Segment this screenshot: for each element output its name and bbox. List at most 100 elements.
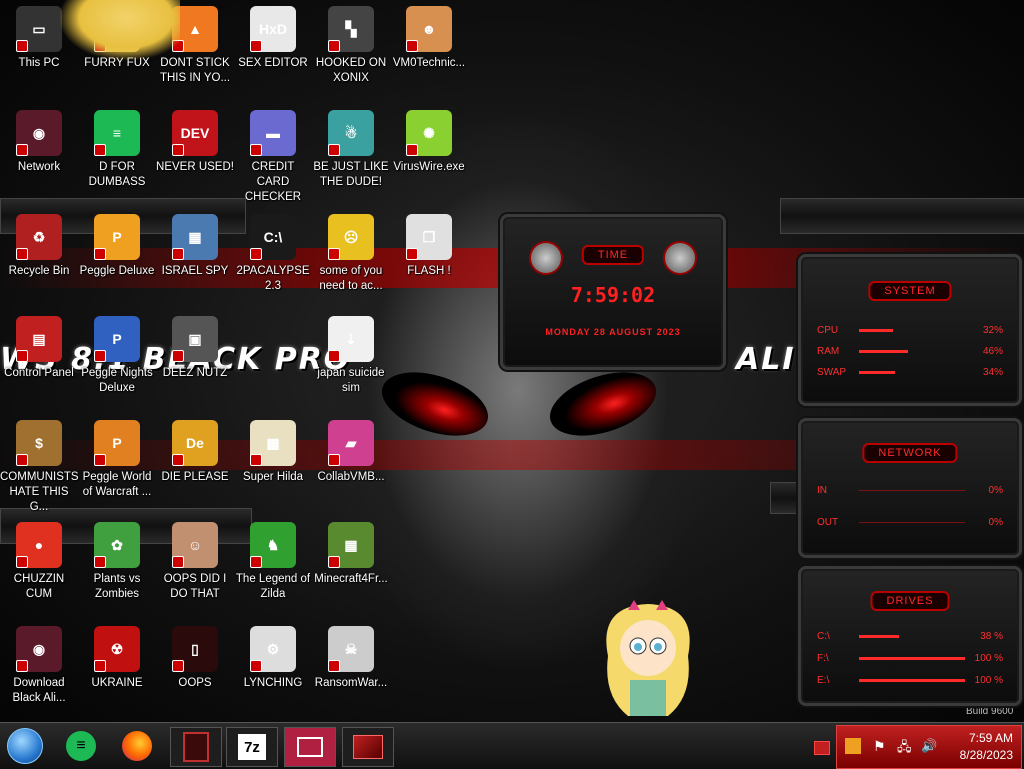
app-icon: ☠ xyxy=(328,626,374,672)
taskbar-control-panel-button[interactable] xyxy=(342,727,394,767)
shortcut-arrow-icon xyxy=(250,660,262,672)
desktop-icon[interactable]: ▬ CREDIT CARD CHECKER xyxy=(234,110,312,205)
desktop-icon-label: DEEZ NUTZ xyxy=(162,367,228,379)
system-widget: SYSTEM CPU 32% RAM 46% SWAP 34% xyxy=(798,254,1022,406)
network-row: IN 0% xyxy=(817,483,1003,497)
desktop-icon[interactable]: P Peggle Deluxe xyxy=(78,214,156,279)
tray-small-red-icon[interactable] xyxy=(814,741,830,755)
drives-row-meter-fill xyxy=(859,634,900,638)
app-icon: ▣ xyxy=(172,316,218,362)
shortcut-arrow-icon xyxy=(94,660,106,672)
drives-row-meter xyxy=(859,634,965,638)
desktop-icon[interactable]: ▦ Minecraft4Fr... xyxy=(312,522,390,587)
desktop-icon[interactable]: DEV NEVER USED! xyxy=(156,110,234,175)
network-row-meter xyxy=(859,521,965,524)
desktop-icon-label: Super Hilda xyxy=(242,471,304,483)
desktop-icon-label: SEX EDITOR xyxy=(238,57,308,69)
desktop-icon[interactable]: ❐ FLASH ! xyxy=(390,214,468,279)
taskbar-clock[interactable]: 7:59 AM 8/28/2023 xyxy=(960,730,1013,764)
desktop-icon[interactable]: ♞ The Legend of Zilda xyxy=(234,522,312,602)
desktop-icon-label: Peggle World of Warcraft ... xyxy=(82,471,152,498)
taskbar-spotify-button[interactable]: ≡ xyxy=(56,727,106,765)
shortcut-arrow-icon xyxy=(94,350,106,362)
start-button[interactable] xyxy=(0,727,50,765)
desktop-icon[interactable]: ☻ VM0Technic... xyxy=(390,6,468,71)
drives-row-meter xyxy=(859,678,965,682)
app-icon: ☺ xyxy=(172,522,218,568)
shortcut-arrow-icon xyxy=(16,660,28,672)
network-widget: NETWORK IN 0% OUT 0% xyxy=(798,418,1022,558)
desktop-icon-label: BE JUST LIKE THE DUDE! xyxy=(313,161,389,188)
desktop-icon[interactable]: ▤ Control Panel xyxy=(0,316,78,381)
desktop-icon[interactable]: ▩ Super Hilda xyxy=(234,420,312,485)
taskbar-firefox-button[interactable] xyxy=(112,727,162,765)
desktop-icon[interactable]: ▦ ISRAEL SPY xyxy=(156,214,234,279)
desktop-icon[interactable]: ▣ DEEZ NUTZ xyxy=(156,316,234,381)
desktop-icon[interactable]: ☺ OOPS DID I DO THAT xyxy=(156,522,234,602)
desktop-icon[interactable]: ☠ RansomWar... xyxy=(312,626,390,691)
shortcut-arrow-icon xyxy=(172,248,184,260)
desktop-icon[interactable]: ◉ Network xyxy=(0,110,78,175)
app-icon: ☢ xyxy=(94,626,140,672)
network-row-value: 0% xyxy=(988,516,1003,528)
network-icon[interactable]: 🖧 xyxy=(897,738,913,754)
desktop-icon[interactable]: ✺ VirusWire.exe xyxy=(390,110,468,175)
shortcut-arrow-icon xyxy=(250,556,262,568)
app-icon: $ xyxy=(16,420,62,466)
alien-app-icon xyxy=(183,732,209,762)
star-character-top xyxy=(60,0,180,60)
desktop-icon-label: OOPS xyxy=(178,677,212,689)
desktop-icon[interactable]: ● CHUZZIN CUM xyxy=(0,522,78,602)
desktop-icon[interactable]: P Peggle World of Warcraft ... xyxy=(78,420,156,500)
desktop-icon[interactable]: ☢ UKRAINE xyxy=(78,626,156,691)
shortcut-arrow-icon xyxy=(172,454,184,466)
taskbar-screen-app-button[interactable] xyxy=(284,727,336,767)
desktop-icon[interactable]: ⇣ japan suicide sim xyxy=(312,316,390,396)
flag-icon[interactable]: ⚑ xyxy=(873,738,887,754)
desktop-icon[interactable]: ☹ some of you need to ac... xyxy=(312,214,390,294)
desktop-icon-label: 2PACALYPSE 2.3 xyxy=(236,265,310,292)
desktop-icon-label: VM0Technic... xyxy=(392,57,466,69)
app-icon: ☃ xyxy=(328,110,374,156)
desktop-icon[interactable]: ▯ OOPS xyxy=(156,626,234,691)
desktop-icon-label: Peggle Deluxe xyxy=(79,265,155,277)
app-icon: ◉ xyxy=(16,110,62,156)
desktop-icon[interactable]: ◉ Download Black Ali... xyxy=(0,626,78,706)
desktop-icon[interactable]: ▰ CollabVMB... xyxy=(312,420,390,485)
taskbar-alien-app-button[interactable] xyxy=(170,727,222,767)
app-icon: ≡ xyxy=(94,110,140,156)
time-widget: TIME 7:59:02 MONDAY 28 AUGUST 2023 xyxy=(500,214,726,370)
app-icon: P xyxy=(94,420,140,466)
shortcut-arrow-icon xyxy=(406,248,418,260)
desktop-icon[interactable]: ≡ D FOR DUMBASS xyxy=(78,110,156,190)
drives-row: E:\ 100 % xyxy=(817,673,1003,687)
desktop-icon-label: FLASH ! xyxy=(407,265,451,277)
desktop-icon[interactable]: $ COMMUNISTS HATE THIS G... xyxy=(0,420,79,515)
desktop-icon[interactable]: ♻ Recycle Bin xyxy=(0,214,78,279)
time-widget-title: TIME xyxy=(581,245,645,265)
spotify-icon: ≡ xyxy=(66,731,96,761)
drives-row-label: E:\ xyxy=(817,674,830,686)
system-row-value: 34% xyxy=(982,366,1003,378)
shortcut-arrow-icon xyxy=(16,40,28,52)
desktop-icon[interactable]: ✿ Plants vs Zombies xyxy=(78,522,156,602)
desktop-icon[interactable]: ⚙ LYNCHING xyxy=(234,626,312,691)
shortcut-arrow-icon xyxy=(16,556,28,568)
desktop-icon[interactable]: ▚ HOOKED ON XONIX xyxy=(312,6,390,86)
desktop-icon[interactable]: HxD SEX EDITOR xyxy=(234,6,312,71)
taskbar-7zip-button[interactable]: 7z xyxy=(226,727,278,767)
desktop-icon[interactable]: ☃ BE JUST LIKE THE DUDE! xyxy=(312,110,390,190)
clock-time: 7:59 AM xyxy=(968,731,1013,745)
shortcut-arrow-icon xyxy=(328,660,340,672)
desktop-icon-label: UKRAINE xyxy=(91,677,143,689)
network-row-meter xyxy=(859,489,965,492)
volume-icon[interactable]: 🔊 xyxy=(921,738,937,754)
desktop-icon[interactable]: P Peggle Nights Deluxe xyxy=(78,316,156,396)
system-row-meter xyxy=(859,370,965,374)
desktop-icon[interactable]: C:\ 2PACALYPSE 2.3 xyxy=(234,214,312,294)
desktop-icon[interactable]: De DIE PLEASE xyxy=(156,420,234,485)
app-icon: ▭ xyxy=(16,6,62,52)
tray-app-icon[interactable] xyxy=(845,738,861,754)
shortcut-arrow-icon xyxy=(172,660,184,672)
seven-zip-icon: 7z xyxy=(238,734,266,760)
